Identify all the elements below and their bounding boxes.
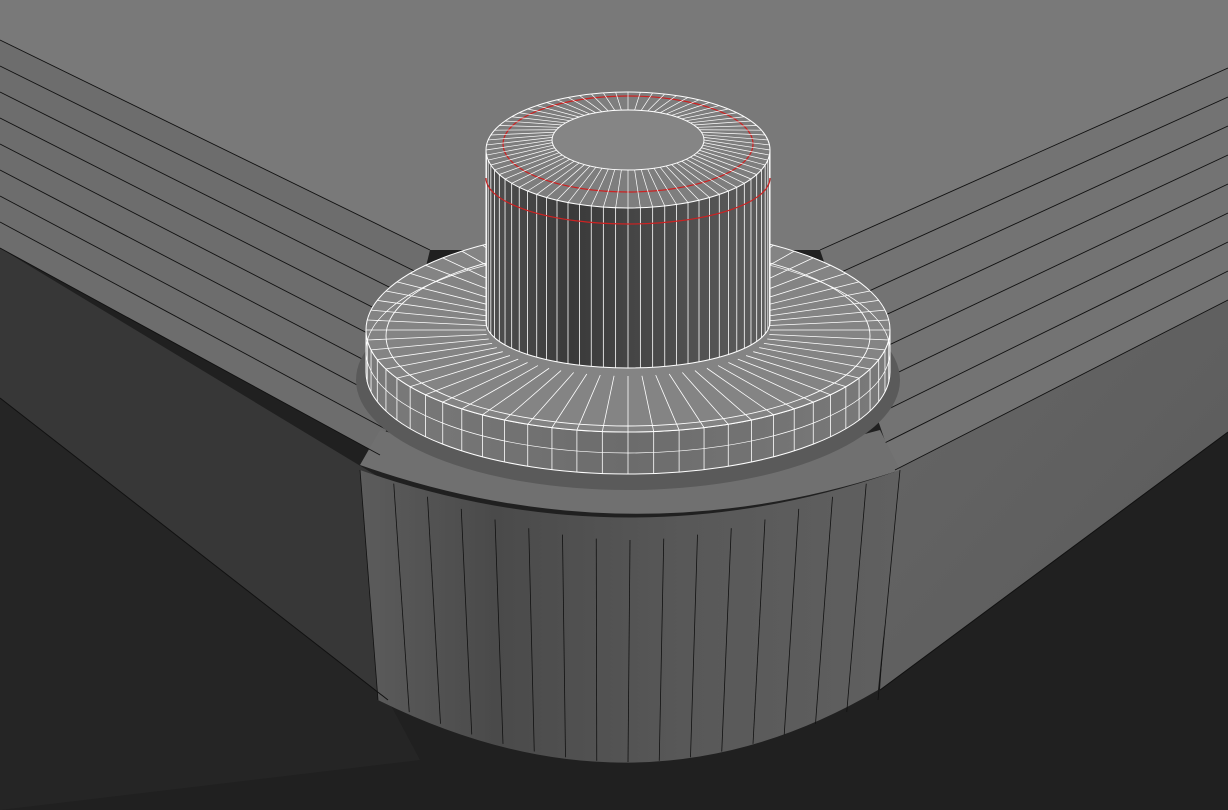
corner-wall-edge-line: [595, 538, 598, 761]
knob-top-cap[interactable]: [485, 91, 771, 209]
3d-viewport[interactable]: [0, 0, 1228, 810]
slab-corner-wall: [360, 470, 900, 763]
cap-center-face: [551, 109, 705, 171]
viewport-scene[interactable]: [0, 0, 1228, 810]
